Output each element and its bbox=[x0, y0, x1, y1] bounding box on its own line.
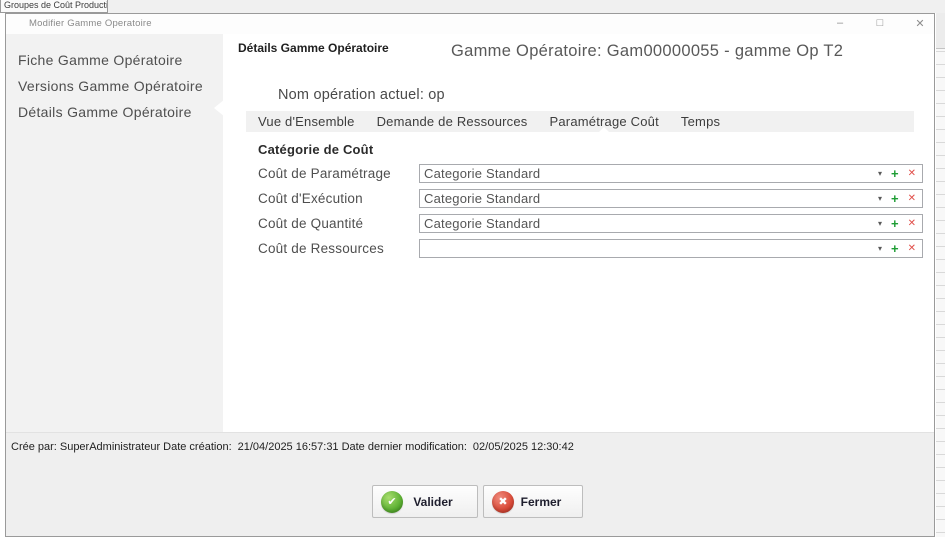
chevron-down-icon[interactable]: ▾ bbox=[878, 245, 882, 253]
chevron-down-icon[interactable]: ▾ bbox=[878, 220, 882, 228]
background-window-strip: Groupes de Coût Production bbox=[0, 0, 945, 13]
check-icon: ✔ bbox=[381, 491, 403, 513]
form-row-cout-parametrage: Coût de Paramétrage Categorie Standard ▾… bbox=[258, 164, 923, 183]
valider-label: Valider bbox=[403, 495, 463, 509]
fermer-button[interactable]: ✖ Fermer bbox=[483, 485, 583, 518]
add-icon[interactable]: + bbox=[891, 217, 899, 230]
operation-name-label: Nom opération actuel: op bbox=[278, 87, 445, 103]
field-label: Coût de Paramétrage bbox=[258, 166, 419, 181]
field-label: Coût de Ressources bbox=[258, 241, 419, 256]
action-buttons: ✔ Valider ✖ Fermer bbox=[372, 485, 583, 518]
add-icon[interactable]: + bbox=[891, 192, 899, 205]
modified-date-label: Date dernier modification: bbox=[342, 441, 467, 453]
tabstrip: Vue d'Ensemble Demande de Ressources Par… bbox=[246, 111, 914, 132]
dialog-title: Modifier Gamme Operatoire bbox=[29, 18, 152, 29]
dialog-footer: Crée par:SuperAdministrateurDate créatio… bbox=[6, 432, 934, 536]
cout-quantite-combo[interactable]: Categorie Standard ▾ + ✕ bbox=[419, 214, 923, 233]
fermer-label: Fermer bbox=[514, 495, 568, 509]
valider-button[interactable]: ✔ Valider bbox=[372, 485, 478, 518]
gamme-operatoire-header: Gamme Opératoire: Gam00000055 - gamme Op… bbox=[451, 42, 843, 61]
form-row-cout-quantite: Coût de Quantité Categorie Standard ▾ + … bbox=[258, 214, 923, 233]
tab-temps[interactable]: Temps bbox=[670, 111, 731, 132]
tab-vue-densemble[interactable]: Vue d'Ensemble bbox=[246, 111, 366, 132]
remove-icon[interactable]: ✕ bbox=[908, 169, 916, 179]
field-label: Coût d'Exécution bbox=[258, 191, 419, 206]
modifier-gamme-operatoire-dialog: Modifier Gamme Operatoire – □ ✕ Fiche Ga… bbox=[5, 13, 935, 537]
remove-icon[interactable]: ✕ bbox=[908, 194, 916, 204]
cout-parametrage-combo[interactable]: Categorie Standard ▾ + ✕ bbox=[419, 164, 923, 183]
form-row-cout-execution: Coût d'Exécution Categorie Standard ▾ + … bbox=[258, 189, 923, 208]
sidebar-item-versions-gamme-operatoire[interactable]: Versions Gamme Opératoire bbox=[6, 73, 223, 99]
add-icon[interactable]: + bbox=[891, 242, 899, 255]
cout-ressources-combo[interactable]: ▾ + ✕ bbox=[419, 239, 923, 258]
status-bar: Crée par:SuperAdministrateurDate créatio… bbox=[11, 441, 577, 453]
form-section-header: Catégorie de Coût bbox=[258, 142, 923, 157]
background-grid-strip bbox=[936, 13, 945, 537]
created-date-value: 21/04/2025 16:57:31 bbox=[238, 441, 339, 453]
chevron-down-icon[interactable]: ▾ bbox=[878, 170, 882, 178]
field-label: Coût de Quantité bbox=[258, 216, 419, 231]
cancel-icon: ✖ bbox=[492, 491, 514, 513]
tab-demande-de-ressources[interactable]: Demande de Ressources bbox=[366, 111, 539, 132]
content-panel: Détails Gamme Opératoire Gamme Opératoir… bbox=[223, 34, 934, 432]
add-icon[interactable]: + bbox=[891, 167, 899, 180]
cout-execution-combo[interactable]: Categorie Standard ▾ + ✕ bbox=[419, 189, 923, 208]
sidebar: Fiche Gamme Opératoire Versions Gamme Op… bbox=[6, 34, 223, 432]
background-grid-header bbox=[936, 13, 945, 49]
combo-value: Categorie Standard bbox=[424, 166, 878, 181]
form-row-cout-ressources: Coût de Ressources ▾ + ✕ bbox=[258, 239, 923, 258]
chevron-down-icon[interactable]: ▾ bbox=[878, 195, 882, 203]
combo-value: Categorie Standard bbox=[424, 216, 878, 231]
maximize-icon[interactable]: □ bbox=[872, 15, 888, 31]
combo-value: Categorie Standard bbox=[424, 191, 878, 206]
close-icon[interactable]: ✕ bbox=[912, 15, 928, 31]
modified-date-value: 02/05/2025 12:30:42 bbox=[473, 441, 574, 453]
sidebar-item-details-gamme-operatoire[interactable]: Détails Gamme Opératoire bbox=[6, 99, 223, 125]
sidebar-item-fiche-gamme-operatoire[interactable]: Fiche Gamme Opératoire bbox=[6, 47, 223, 73]
created-by-label: Crée par: bbox=[11, 441, 57, 453]
cost-category-form: Catégorie de Coût Coût de Paramétrage Ca… bbox=[258, 142, 923, 264]
panel-title: Détails Gamme Opératoire bbox=[238, 41, 389, 55]
window-controls: – □ ✕ bbox=[832, 15, 928, 31]
remove-icon[interactable]: ✕ bbox=[908, 219, 916, 229]
tab-parametrage-cout[interactable]: Paramétrage Coût bbox=[538, 111, 669, 132]
created-date-label: Date création: bbox=[163, 441, 231, 453]
dialog-titlebar[interactable]: Modifier Gamme Operatoire – □ ✕ bbox=[6, 14, 934, 34]
minimize-icon[interactable]: – bbox=[832, 15, 848, 31]
background-tab-groupes-cout-production[interactable]: Groupes de Coût Production bbox=[0, 0, 108, 13]
created-by-value: SuperAdministrateur bbox=[60, 441, 160, 453]
remove-icon[interactable]: ✕ bbox=[908, 244, 916, 254]
